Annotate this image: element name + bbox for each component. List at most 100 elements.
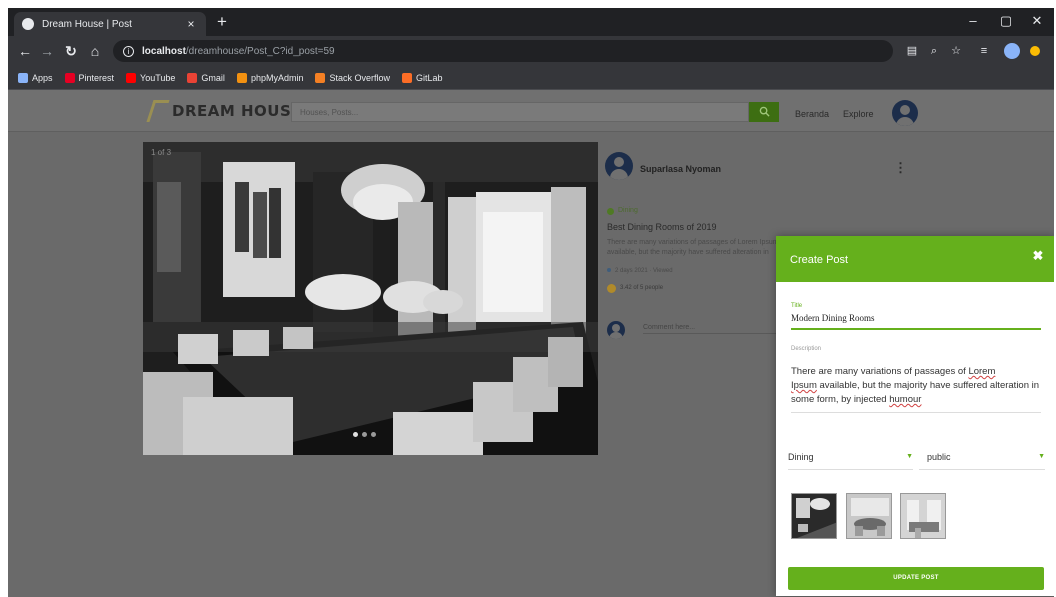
- star-icon[interactable]: ☆: [948, 43, 964, 59]
- browser-tab[interactable]: Dream House | Post ×: [14, 12, 206, 36]
- description-textarea[interactable]: There are many variations of passages of…: [791, 365, 1041, 407]
- forward-arrow-icon[interactable]: →: [38, 42, 56, 60]
- search-icon: [759, 106, 770, 117]
- bookmarks-bar: Apps Pinterest YouTube Gmail phpMyAdmin Stack…: [8, 66, 1054, 90]
- category-icon: [607, 208, 614, 215]
- desc-part: There are many variations of passages of: [791, 366, 969, 377]
- comment-input[interactable]: Comment here...: [643, 324, 783, 334]
- desc-part: humour: [889, 394, 922, 405]
- close-icon[interactable]: ✖: [1030, 248, 1046, 264]
- bookmark-icon: [315, 72, 326, 83]
- bookmark-label: GitLab: [416, 72, 443, 83]
- url-host: localhost: [142, 45, 186, 57]
- home-icon[interactable]: ⌂: [86, 42, 104, 60]
- search-button[interactable]: [749, 102, 779, 122]
- clock-icon: [607, 268, 611, 272]
- author-avatar[interactable]: [605, 152, 633, 180]
- logo-mark-icon: [146, 100, 170, 122]
- title-input[interactable]: Modern Dining Rooms: [791, 311, 1041, 330]
- info-icon[interactable]: i: [123, 45, 134, 57]
- minimize-button[interactable]: –: [958, 8, 988, 36]
- window-close-button[interactable]: ✕: [1022, 8, 1052, 36]
- category-select[interactable]: Dining ▼: [788, 446, 913, 470]
- post-image-carousel[interactable]: 1 of 3: [143, 142, 598, 455]
- nav-link-explore[interactable]: Explore: [843, 109, 874, 119]
- site-search-input[interactable]: Houses, Posts...: [291, 102, 749, 122]
- likes-count: 3.42 of 5 people: [620, 285, 664, 291]
- image-thumbnail[interactable]: [791, 493, 837, 539]
- chevron-down-icon: ▼: [906, 453, 913, 460]
- bookmark-label: Stack Overflow: [329, 72, 390, 83]
- bookmark-gmail[interactable]: Gmail: [187, 72, 225, 83]
- image-counter: 1 of 3: [151, 148, 172, 157]
- commenter-avatar: [607, 321, 625, 339]
- bookmark-pinterest[interactable]: Pinterest: [64, 72, 115, 83]
- description-label: Description: [791, 346, 822, 352]
- profile-avatar[interactable]: [1004, 43, 1020, 59]
- carousel-dots: [351, 432, 378, 437]
- bookmark-youtube[interactable]: YouTube: [126, 72, 176, 83]
- category-select-value: Dining: [788, 452, 814, 462]
- bookmark-label: Apps: [32, 72, 53, 83]
- modal-header: Create Post ✖: [776, 236, 1054, 282]
- bookmark-label: phpMyAdmin: [250, 72, 304, 83]
- more-options-icon[interactable]: ⋮: [894, 160, 907, 176]
- bookmark-icon: [18, 72, 28, 83]
- bookmark-gitlab[interactable]: GitLab: [402, 72, 443, 83]
- post-meta-text: 2 days 2021 · Viewed: [615, 268, 673, 274]
- site-logo[interactable]: DREAM HOUSE: [146, 98, 302, 124]
- title-label: Title: [791, 303, 803, 309]
- page-content: DREAM HOUSE Houses, Posts... Beranda Exp…: [8, 90, 1054, 597]
- bookmark-icon: [126, 72, 137, 83]
- bookmark-icon: [402, 72, 412, 83]
- back-arrow-icon[interactable]: ←: [16, 42, 34, 60]
- author-name[interactable]: Suparlasa Nyoman: [640, 164, 721, 174]
- bookmark-phpmyadmin[interactable]: phpMyAdmin: [236, 72, 304, 83]
- user-avatar[interactable]: [892, 100, 918, 126]
- visibility-select-value: public: [927, 452, 951, 462]
- desc-part: Lorem: [968, 366, 996, 377]
- bookmark-icon: [236, 72, 247, 83]
- bookmark-apps[interactable]: Apps: [18, 72, 53, 83]
- address-bar[interactable]: i localhost /dreamhouse/Post_C?id_post=5…: [113, 40, 893, 62]
- image-thumbnail[interactable]: [900, 493, 946, 539]
- description-underline: [791, 412, 1041, 413]
- reload-icon[interactable]: ↻: [62, 42, 80, 60]
- site-navbar: DREAM HOUSE Houses, Posts... Beranda Exp…: [8, 90, 1054, 132]
- post-meta: 2 days 2021 · Viewed: [607, 268, 673, 274]
- tab-close-icon[interactable]: ×: [184, 17, 198, 31]
- update-post-button[interactable]: UPDATE POST: [788, 567, 1044, 590]
- post-title: Best Dining Rooms of 2019: [607, 222, 717, 232]
- post-description: There are many variations of passages of…: [607, 239, 779, 256]
- like-icon[interactable]: [607, 284, 616, 293]
- modal-title: Create Post: [790, 254, 849, 266]
- maximize-button[interactable]: ▢: [991, 8, 1021, 36]
- zoom-icon[interactable]: ⌕: [926, 43, 942, 59]
- category-label: Dining: [618, 207, 638, 214]
- carousel-dot[interactable]: [371, 432, 376, 437]
- favicon-icon: [22, 18, 34, 30]
- nav-link-beranda[interactable]: Beranda: [795, 109, 829, 119]
- translate-icon[interactable]: ▤: [904, 43, 920, 59]
- bookmark-label: Pinterest: [78, 72, 115, 83]
- dining-room-photo: [143, 142, 598, 455]
- visibility-select[interactable]: public ▼: [919, 446, 1045, 470]
- bookmark-icon: [187, 72, 198, 83]
- bookmark-label: YouTube: [140, 72, 176, 83]
- url-path: /dreamhouse/Post_C?id_post=59: [185, 45, 335, 57]
- tab-strip: Dream House | Post × + – ▢ ✕: [8, 8, 1054, 36]
- carousel-dot[interactable]: [353, 432, 358, 437]
- browser-toolbar: ← → ↻ ⌂ i localhost /dreamhouse/Post_C?i…: [8, 36, 1054, 66]
- bookmark-icon: [64, 72, 75, 83]
- image-thumbnail[interactable]: [846, 493, 892, 539]
- carousel-dot[interactable]: [362, 432, 367, 437]
- desc-part: Ipsum: [791, 380, 817, 391]
- extension-icon[interactable]: [1030, 46, 1040, 56]
- chevron-down-icon: ▼: [1038, 453, 1045, 460]
- create-post-modal: Create Post ✖ Title Modern Dining Rooms …: [776, 236, 1054, 596]
- browser-window: Dream House | Post × + – ▢ ✕ ← → ↻ ⌂ i l…: [8, 8, 1054, 597]
- tab-title: Dream House | Post: [42, 18, 132, 30]
- new-tab-button[interactable]: +: [212, 12, 232, 32]
- bookmark-stack-overflow[interactable]: Stack Overflow: [315, 72, 390, 83]
- media-icon[interactable]: ≡: [976, 43, 992, 59]
